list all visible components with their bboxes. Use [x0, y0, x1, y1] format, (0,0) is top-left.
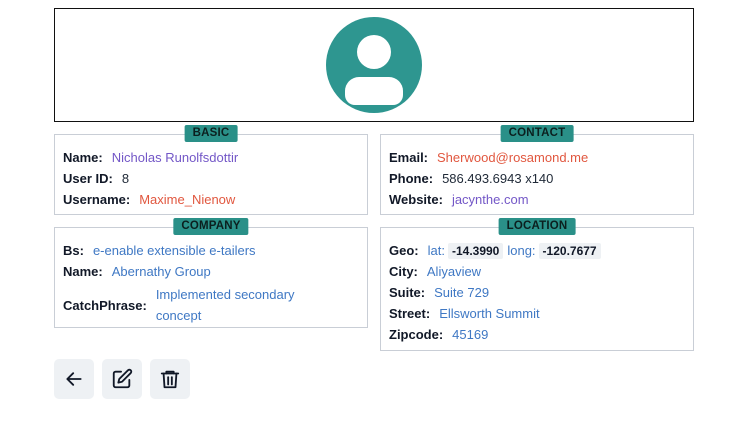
location-city-label: City:: [389, 264, 418, 279]
location-city-value: Aliyaview: [426, 264, 482, 279]
basic-name-row: Name: Nicholas Runolfsdottir: [63, 147, 359, 168]
location-suite-row: Suite: Suite 729: [389, 282, 685, 303]
company-name-value: Abernathy Group: [111, 264, 211, 279]
arrow-left-icon: [66, 372, 82, 386]
location-zipcode-label: Zipcode:: [389, 327, 444, 342]
location-street-value: Ellsworth Summit: [439, 306, 540, 321]
company-bs-value: e-enable extensible e-tailers: [92, 243, 256, 258]
basic-username-row: Username: Maxime_Nienow: [63, 189, 359, 210]
basic-userid-label: User ID:: [63, 171, 113, 186]
location-card: LOCATION Geo: lat: -14.3990 long: -120.7…: [380, 218, 694, 351]
company-catchphrase-value: Implemented secondary concept: [155, 287, 295, 323]
contact-phone-row: Phone: 586.493.6943 x140: [389, 168, 685, 189]
contact-phone-value: 586.493.6943 x140: [442, 171, 554, 186]
company-catchphrase-label: CatchPhrase:: [63, 297, 147, 313]
location-zipcode-value: 45169: [452, 327, 489, 342]
location-street-row: Street: Ellsworth Summit: [389, 303, 685, 324]
contact-email-row: Email: Sherwood@rosamond.me: [389, 147, 685, 168]
company-card: COMPANY Bs: e-enable extensible e-tailer…: [54, 218, 368, 328]
trash-icon: [160, 370, 180, 389]
company-bs-label: Bs:: [63, 243, 84, 258]
location-lat-label: lat:: [427, 243, 445, 258]
location-lat-value: -14.3990: [447, 242, 504, 259]
location-long-value: -120.7677: [538, 242, 601, 259]
edit-button[interactable]: [102, 359, 142, 399]
location-suite-value: Suite 729: [434, 285, 490, 300]
contact-phone-label: Phone:: [389, 171, 434, 186]
location-badge: LOCATION: [498, 218, 576, 235]
avatar-body: [345, 77, 403, 105]
edit-icon: [112, 368, 133, 389]
location-city-row: City: Aliyaview: [389, 261, 685, 282]
basic-username-value: Maxime_Nienow: [139, 192, 236, 207]
company-badge: COMPANY: [173, 218, 249, 235]
avatar-head: [357, 35, 391, 69]
basic-userid-value: 8: [121, 171, 130, 186]
contact-badge: CONTACT: [500, 125, 574, 142]
location-geo-row: Geo: lat: -14.3990 long: -120.7677: [389, 240, 685, 261]
company-catchphrase-row: CatchPhrase: Implemented secondary conce…: [63, 284, 359, 326]
contact-email-value[interactable]: Sherwood@rosamond.me: [437, 150, 588, 165]
contact-email-label: Email:: [389, 150, 429, 165]
location-street-label: Street:: [389, 306, 431, 321]
contact-card: CONTACT Email: Sherwood@rosamond.me Phon…: [380, 125, 694, 215]
delete-button[interactable]: [150, 359, 190, 399]
basic-badge: BASIC: [184, 125, 238, 142]
basic-name-label: Name:: [63, 150, 103, 165]
location-geo-label: Geo:: [389, 243, 419, 258]
contact-website-label: Website:: [389, 192, 443, 207]
company-bs-row: Bs: e-enable extensible e-tailers: [63, 240, 359, 261]
back-button[interactable]: [54, 359, 94, 399]
avatar-panel: [54, 8, 694, 122]
basic-username-label: Username:: [63, 192, 131, 207]
contact-website-value[interactable]: jacynthe.com: [452, 192, 529, 207]
user-circle-icon: [326, 17, 422, 113]
basic-card: BASIC Name: Nicholas Runolfsdottir User …: [54, 125, 368, 215]
contact-website-row: Website: jacynthe.com: [389, 189, 685, 210]
location-suite-label: Suite:: [389, 285, 426, 300]
location-zipcode-row: Zipcode: 45169: [389, 324, 685, 345]
company-name-row: Name: Abernathy Group: [63, 261, 359, 282]
location-long-label: long:: [507, 243, 536, 258]
company-name-label: Name:: [63, 264, 103, 279]
basic-userid-row: User ID: 8: [63, 168, 359, 189]
basic-name-value: Nicholas Runolfsdottir: [111, 150, 239, 165]
